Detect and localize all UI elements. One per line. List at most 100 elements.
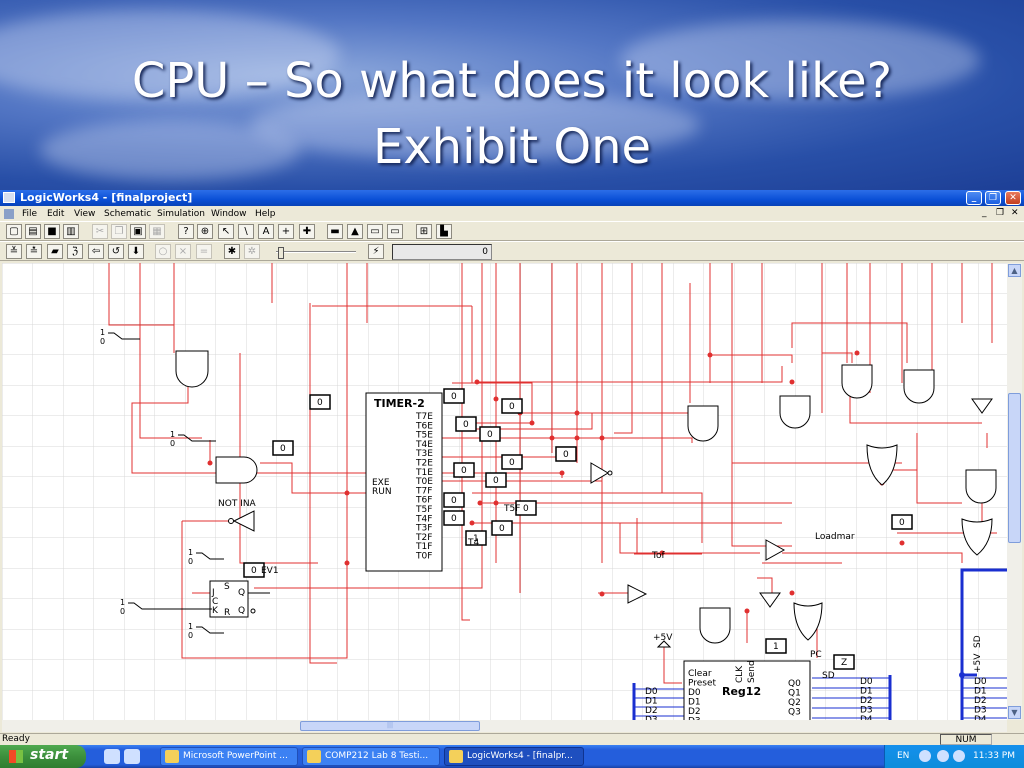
document-icon[interactable] — [4, 209, 14, 219]
reg12-left-pin: D2 — [688, 707, 701, 717]
status-text: Ready — [2, 734, 30, 744]
task-logicworks[interactable]: LogicWorks4 - [finalpr... — [444, 747, 584, 766]
cut-icon[interactable]: ✂ — [92, 224, 108, 239]
menu-view[interactable]: View — [74, 209, 95, 219]
language-indicator[interactable]: EN — [897, 751, 909, 761]
label-not-ina: NOT INA — [218, 499, 257, 509]
timer-output-label: T0F — [415, 552, 432, 562]
forward-icon[interactable]: ↺ — [108, 244, 124, 259]
menu-file[interactable]: File — [22, 209, 37, 219]
simulation-toolbar: ≚ ≛ ▰ ℨ ⇦ ↺ ⬇ ○ × = ✱ ✲ ⚡ 0 — [0, 241, 1024, 261]
label-plus5v: +5V — [653, 633, 673, 643]
menu-help[interactable]: Help — [255, 209, 276, 219]
horizontal-scroll-thumb[interactable]: ||| — [300, 721, 480, 731]
minimize-button[interactable]: _ — [966, 191, 982, 205]
simulation-time-field[interactable]: 0 — [392, 244, 492, 260]
mdi-restore-button[interactable]: ❐ — [996, 208, 1004, 218]
window-titlebar[interactable]: LogicWorks4 - [finalproject] _ ❐ ✕ — [0, 190, 1024, 206]
reg12-left-pin: D0 — [688, 688, 701, 698]
cross-icon[interactable]: + — [278, 224, 294, 239]
mdi-minimize-button[interactable]: _ — [982, 208, 987, 218]
image-icon[interactable]: ▭ — [367, 224, 383, 239]
paste-icon[interactable]: ▣ — [130, 224, 146, 239]
mdi-close-button[interactable]: ✕ — [1011, 208, 1019, 218]
text-icon[interactable]: A — [258, 224, 274, 239]
label-tof: Tof — [651, 551, 665, 561]
new-icon[interactable]: ▢ — [6, 224, 22, 239]
slider-thumb[interactable] — [278, 247, 284, 259]
timer-outputs: T7ET6ET5ET4ET3ET2ET1ET0ET7FT6FT5FT4FT3FT… — [415, 412, 433, 562]
wire-icon[interactable]: \ — [238, 224, 254, 239]
paste-special-icon[interactable]: ▦ — [149, 224, 165, 239]
add-icon[interactable]: ✚ — [299, 224, 315, 239]
copy-icon[interactable]: ❐ — [111, 224, 127, 239]
horizontal-scrollbar[interactable]: ||| — [2, 720, 1007, 732]
zoom-icon[interactable]: ⊕ — [197, 224, 213, 239]
document-icon — [307, 750, 321, 763]
powerpoint-icon — [165, 750, 179, 763]
reg12-left-pin: D1 — [688, 698, 701, 708]
help-icon[interactable]: ? — [178, 224, 194, 239]
schematic-drawing[interactable]: TIMER-2 EXE RUN T7ET6ET5ET4ET3ET2ET1ET0E… — [2, 263, 1007, 720]
chip-icon[interactable]: ▬ — [327, 224, 343, 239]
task-comp212[interactable]: COMP212 Lab 8 Testi... — [302, 747, 440, 766]
task-powerpoint[interactable]: Microsoft PowerPoint ... — [160, 747, 298, 766]
start-button[interactable]: start — [0, 745, 86, 768]
timing-icon[interactable]: ▙ — [436, 224, 452, 239]
sim-eq-icon[interactable]: = — [196, 244, 212, 259]
close-button[interactable]: ✕ — [1005, 191, 1021, 205]
and-gate — [699, 607, 731, 644]
save-icon[interactable]: ■ — [44, 224, 60, 239]
screen-icon[interactable]: ▭ — [387, 224, 403, 239]
open-icon[interactable]: ▤ — [25, 224, 41, 239]
network-icon[interactable] — [919, 750, 931, 762]
scroll-down-icon[interactable]: ▼ — [1008, 706, 1021, 719]
app-icon[interactable] — [3, 192, 15, 203]
sim-x-icon[interactable]: × — [175, 244, 191, 259]
step-icon[interactable]: ≚ — [6, 244, 22, 259]
walk-icon[interactable]: ✱ — [224, 244, 240, 259]
sim-off-icon[interactable]: ○ — [155, 244, 171, 259]
system-tray: EN 11:33 PM — [884, 745, 1024, 768]
scroll-up-icon[interactable]: ▲ — [1008, 264, 1021, 277]
probe-display: 0 — [501, 454, 523, 470]
reg12-clk-label: CLK — [735, 665, 745, 683]
lightning-icon[interactable]: ⚡ — [368, 244, 384, 259]
menu-schematic[interactable]: Schematic — [104, 209, 151, 219]
start-label: start — [30, 747, 69, 763]
reset-icon[interactable]: ℨ — [67, 244, 83, 259]
volume-icon[interactable] — [937, 750, 949, 762]
menu-simulation[interactable]: Simulation — [157, 209, 205, 219]
print-icon[interactable]: ▥ — [63, 224, 79, 239]
schematic-canvas[interactable]: TIMER-2 EXE RUN T7E T6E T5E T4E T3E T2E T1E T0E… — [2, 263, 1007, 720]
logicworks-window: LogicWorks4 - [finalproject] _ ❐ ✕ File … — [0, 190, 1024, 745]
media-icon[interactable] — [124, 749, 140, 764]
svg-text:1: 1 — [100, 328, 105, 337]
menu-edit[interactable]: Edit — [47, 209, 64, 219]
maximize-button[interactable]: ❐ — [985, 191, 1001, 205]
probe-display: 0 — [455, 416, 477, 432]
bus-label: D0 — [860, 677, 873, 687]
ie-icon[interactable] — [104, 749, 120, 764]
stop-icon[interactable]: ▰ — [47, 244, 63, 259]
right-bus-labels: D0D1D2D3D4 — [974, 677, 987, 720]
cell-icon[interactable]: ▲ — [347, 224, 363, 239]
pointer-icon[interactable]: ↖ — [218, 224, 234, 239]
walk2-icon[interactable]: ✲ — [244, 244, 260, 259]
task-label: COMP212 Lab 8 Testi... — [325, 751, 429, 761]
probe-display: 0 — [272, 440, 294, 456]
record-icon[interactable]: ⬇ — [128, 244, 144, 259]
bus-label: D1 — [974, 687, 987, 697]
back-icon[interactable]: ⇦ — [88, 244, 104, 259]
vertical-scroll-thumb[interactable] — [1008, 393, 1021, 543]
run-icon[interactable]: ≛ — [26, 244, 42, 259]
probe-value: 0 — [523, 504, 529, 514]
vertical-scrollbar[interactable]: ▲ ▼ — [1007, 263, 1022, 720]
probe-icon[interactable]: ⊞ — [416, 224, 432, 239]
and-gate — [175, 350, 209, 388]
speed-slider[interactable] — [276, 247, 356, 259]
probe-display: 0 — [309, 394, 331, 410]
clock: 11:33 PM — [973, 751, 1015, 761]
menu-window[interactable]: Window — [211, 209, 247, 219]
security-icon[interactable] — [953, 750, 965, 762]
